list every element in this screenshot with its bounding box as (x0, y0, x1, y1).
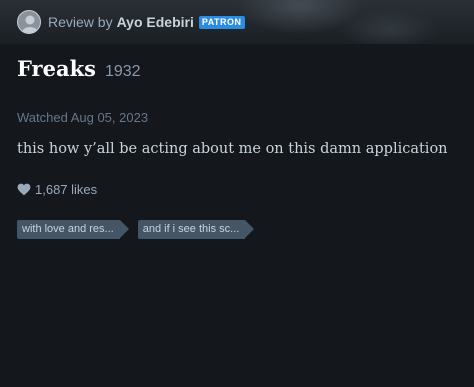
review-body: this how y’all be acting about me on thi… (17, 141, 448, 157)
tag-list: with love and res... and if i see this s… (17, 220, 263, 239)
tag[interactable]: with love and res... (17, 220, 129, 239)
reviewer-name-link[interactable]: Ayo Edebiri (117, 14, 194, 30)
film-title-link[interactable]: Freaks (17, 56, 96, 81)
film-title-row: Freaks 1932 (17, 56, 141, 81)
avatar-silhouette-icon (22, 15, 38, 33)
watched-date: Watched Aug 05, 2023 (17, 110, 149, 125)
patron-badge: PATRON (198, 15, 245, 29)
heart-icon (17, 183, 31, 196)
review-attribution: Review by Ayo Edebiri PATRON (48, 14, 245, 30)
tag[interactable]: and if i see this sc... (137, 220, 254, 239)
film-year-link[interactable]: 1932 (105, 63, 141, 81)
avatar[interactable] (17, 10, 41, 34)
review-by-label: Review by (48, 14, 113, 30)
likes-label: 1,687 likes (35, 182, 98, 197)
review-header: Review by Ayo Edebiri PATRON (17, 10, 245, 34)
likes-count[interactable]: 1,687 likes (17, 182, 97, 197)
